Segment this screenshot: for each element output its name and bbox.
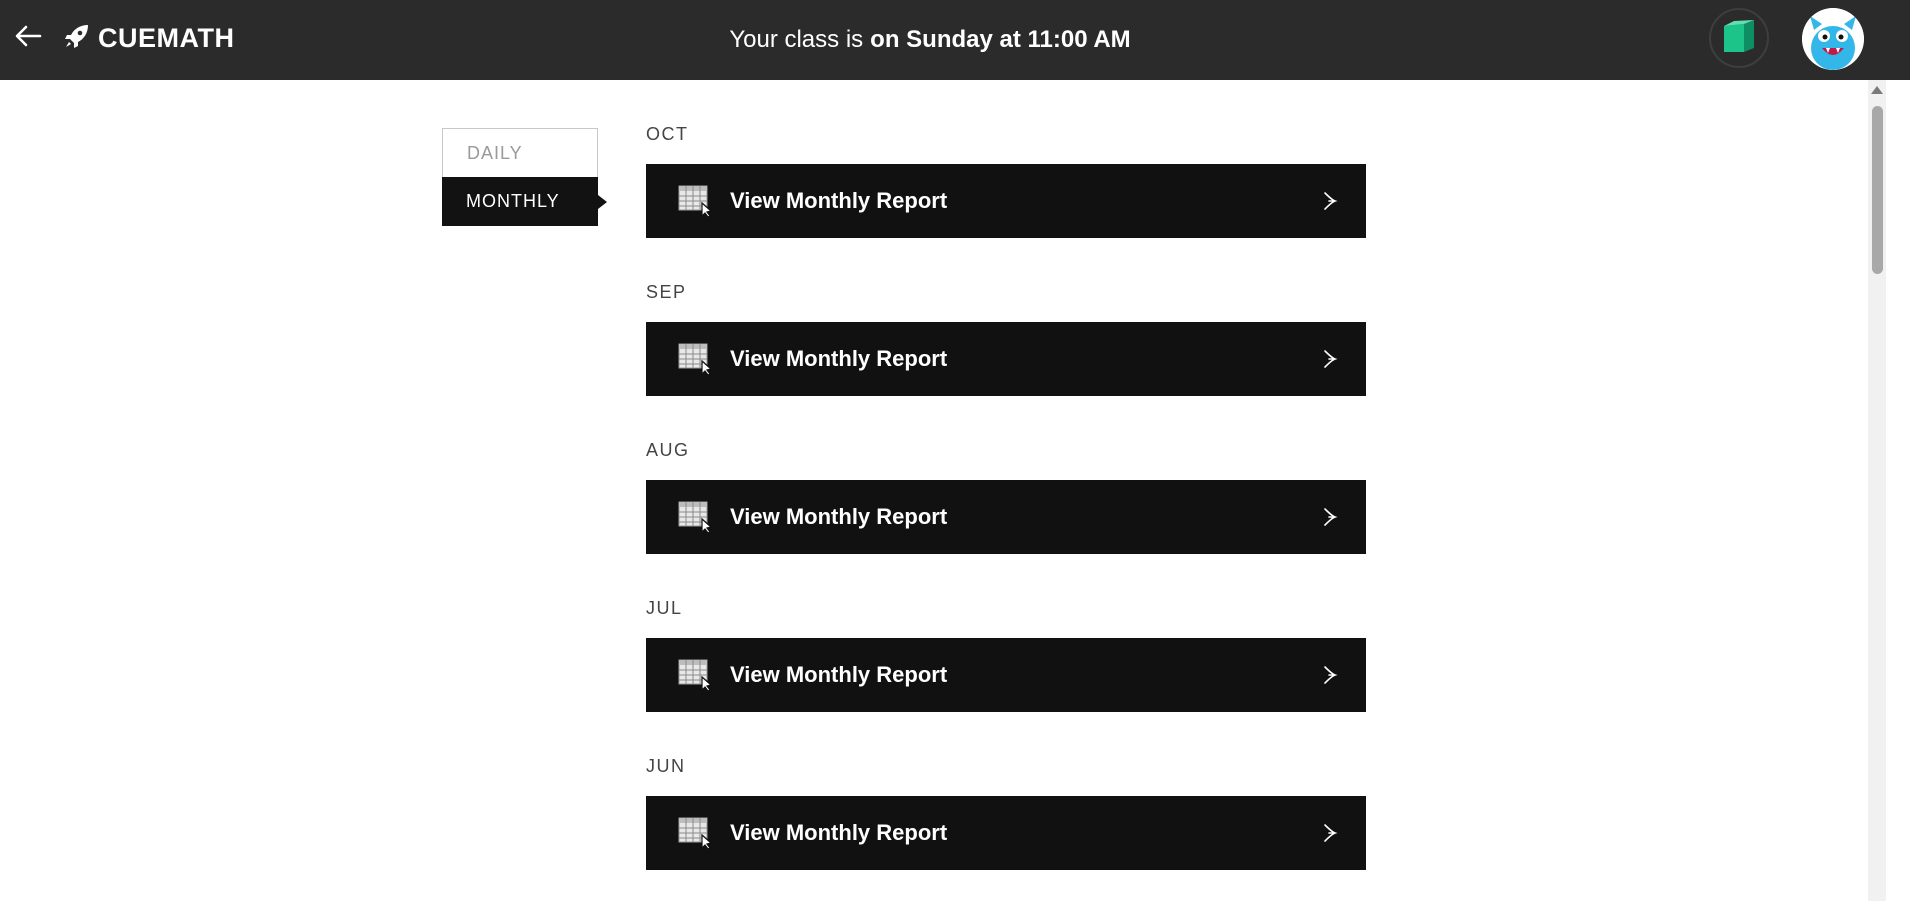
report-group: OCT View Monthly Report bbox=[646, 122, 1366, 280]
class-schedule-time: on Sunday at 11:00 AM bbox=[870, 26, 1131, 53]
report-group: AUG View Monthly Report bbox=[646, 438, 1366, 596]
brand-logo[interactable]: CUEMATH bbox=[64, 20, 234, 56]
monthly-report-list: OCT View Monthly Report SEP View Monthly… bbox=[646, 122, 1366, 912]
report-label: View Monthly Report bbox=[730, 346, 948, 371]
report-grid-icon bbox=[678, 817, 714, 849]
avatar[interactable] bbox=[1802, 8, 1864, 70]
back-arrow-icon bbox=[14, 24, 42, 53]
rocket-icon bbox=[64, 23, 90, 54]
chevron-right-icon bbox=[1320, 665, 1340, 685]
chevron-right-icon bbox=[1320, 823, 1340, 843]
class-schedule: Your class is on Sunday at 11:00 AM bbox=[0, 0, 1860, 80]
chevron-right-icon bbox=[1320, 349, 1340, 369]
top-bar: CUEMATH Your class is on Sunday at 11:00… bbox=[0, 0, 1910, 80]
view-monthly-report-button[interactable]: View Monthly Report bbox=[646, 638, 1366, 712]
vertical-scrollbar[interactable] bbox=[1868, 80, 1886, 901]
tab-daily[interactable]: DAILY bbox=[442, 128, 598, 177]
report-grid-icon bbox=[678, 501, 714, 533]
brand-name: CUEMATH bbox=[98, 22, 235, 53]
report-label: View Monthly Report bbox=[730, 662, 948, 687]
report-grid-icon bbox=[678, 659, 714, 691]
month-label: OCT bbox=[646, 124, 689, 144]
view-monthly-report-button[interactable]: View Monthly Report bbox=[646, 480, 1366, 554]
tab-monthly[interactable]: MONTHLY bbox=[442, 177, 607, 226]
report-label: View Monthly Report bbox=[730, 188, 948, 213]
report-grid-icon bbox=[678, 185, 714, 217]
class-schedule-lead: Your class is bbox=[729, 26, 864, 53]
chevron-right-icon bbox=[1320, 191, 1340, 211]
month-label: SEP bbox=[646, 282, 687, 302]
view-monthly-report-button[interactable]: View Monthly Report bbox=[646, 796, 1366, 870]
cube-button[interactable] bbox=[1709, 8, 1769, 68]
view-monthly-report-button[interactable]: View Monthly Report bbox=[646, 322, 1366, 396]
month-label: AUG bbox=[646, 440, 690, 460]
report-group: JUN View Monthly Report bbox=[646, 754, 1366, 912]
scroll-up-arrow-icon[interactable] bbox=[1871, 86, 1883, 94]
report-label: View Monthly Report bbox=[730, 820, 948, 845]
report-group: JUL View Monthly Report bbox=[646, 596, 1366, 754]
chevron-right-icon bbox=[1320, 507, 1340, 527]
report-label: View Monthly Report bbox=[730, 504, 948, 529]
scrollbar-thumb[interactable] bbox=[1872, 106, 1883, 274]
back-button[interactable] bbox=[10, 20, 46, 56]
green-cube-icon bbox=[1722, 18, 1756, 59]
report-group: SEP View Monthly Report bbox=[646, 280, 1366, 438]
report-tabs: DAILY MONTHLY bbox=[442, 128, 607, 226]
report-grid-icon bbox=[678, 343, 714, 375]
view-monthly-report-button[interactable]: View Monthly Report bbox=[646, 164, 1366, 238]
month-label: JUL bbox=[646, 598, 683, 618]
month-label: JUN bbox=[646, 756, 686, 776]
